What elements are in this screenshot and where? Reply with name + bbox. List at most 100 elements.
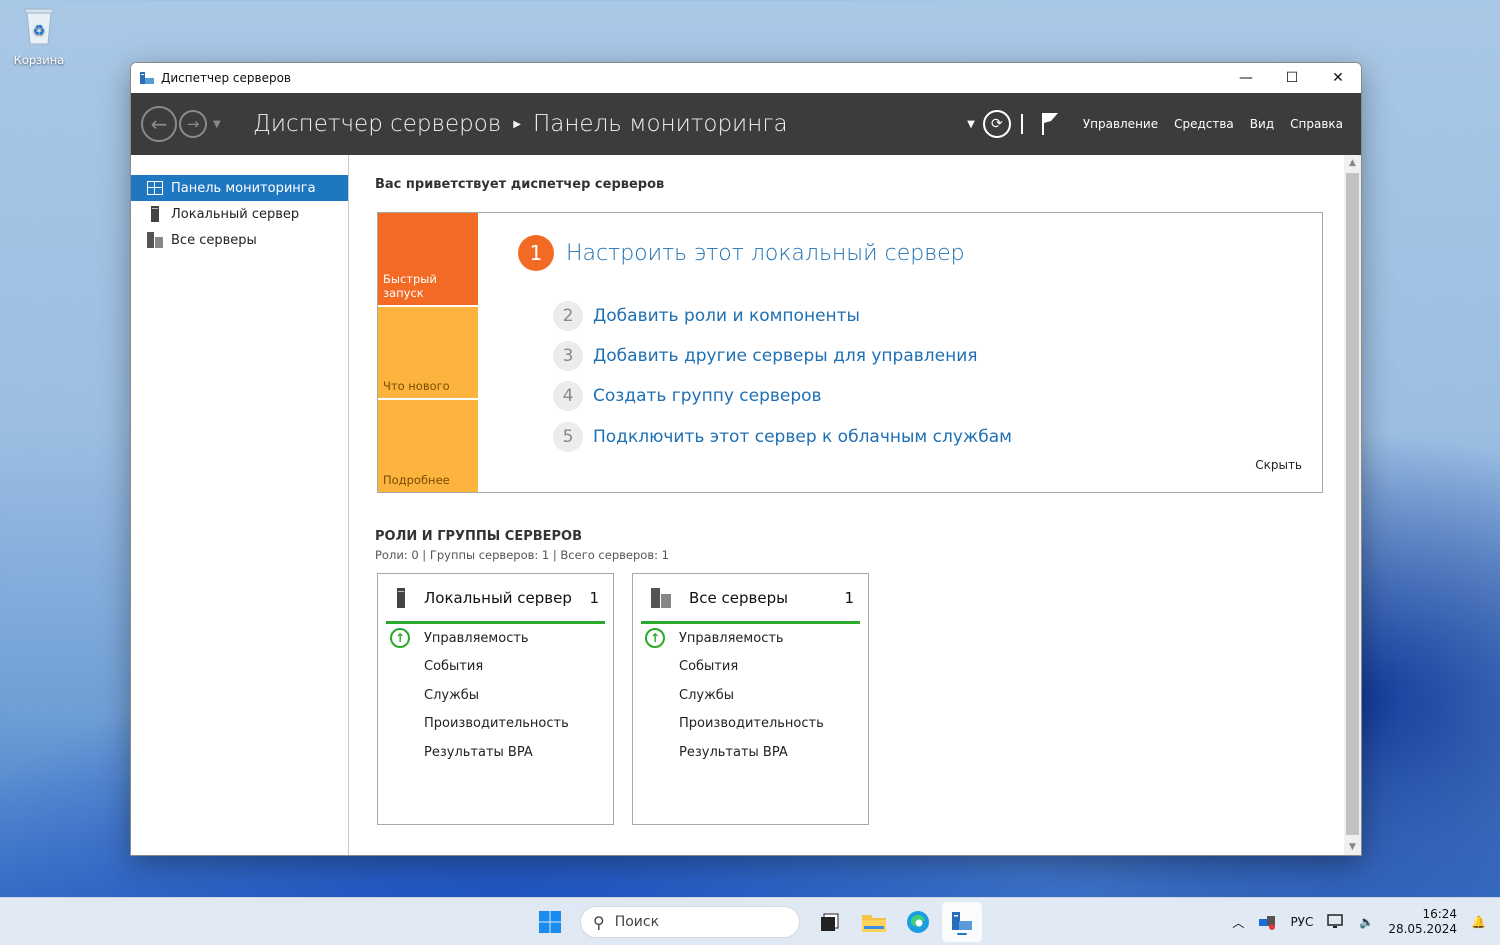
sidebar-item-label: Все серверы bbox=[171, 232, 257, 248]
tile-label: Подробнее bbox=[383, 473, 450, 487]
notifications-flag-icon[interactable] bbox=[1039, 111, 1061, 137]
quick-start-panel: Быстрый запуск Что нового Подробнее 1 На… bbox=[377, 212, 1323, 493]
welcome-heading: Вас приветствует диспетчер серверов bbox=[375, 177, 665, 192]
start-button[interactable] bbox=[530, 902, 570, 942]
menu-view[interactable]: Вид bbox=[1242, 117, 1282, 131]
edge-button[interactable] bbox=[898, 902, 938, 942]
step-add-servers[interactable]: 3 Добавить другие серверы для управления bbox=[553, 341, 977, 371]
card-row-bpa[interactable]: Результаты BPA bbox=[386, 738, 605, 767]
server-manager-taskbar-button[interactable] bbox=[942, 902, 982, 942]
card-row-label: Службы bbox=[424, 687, 480, 703]
minimize-icon: — bbox=[1239, 70, 1253, 86]
recycle-bin[interactable]: ♻ Корзина bbox=[10, 6, 68, 67]
monitor-network-icon[interactable] bbox=[1327, 914, 1345, 930]
show-hidden-icons-chevron-icon[interactable]: ︿ bbox=[1232, 914, 1244, 931]
step-label: Подключить этот сервер к облачным служба… bbox=[593, 427, 1012, 447]
language-indicator[interactable]: РУС bbox=[1290, 915, 1313, 929]
close-icon: ✕ bbox=[1332, 70, 1344, 86]
scroll-thumb[interactable] bbox=[1346, 173, 1359, 835]
minimize-button[interactable]: — bbox=[1223, 63, 1269, 93]
card-row-performance[interactable]: Производительность bbox=[386, 710, 605, 739]
status-ok-icon: ↑ bbox=[390, 628, 410, 649]
step-create-group[interactable]: 4 Создать группу серверов bbox=[553, 381, 822, 411]
card-header[interactable]: Локальный сервер 1 bbox=[386, 574, 605, 624]
step-number: 1 bbox=[518, 235, 554, 271]
status-ok-icon: ↑ bbox=[645, 628, 665, 649]
server-manager-window: Диспетчер серверов — ☐ ✕ ← → ▼ Диспетчер… bbox=[130, 62, 1362, 856]
notifications-bell-icon[interactable]: 🔔 bbox=[1471, 915, 1486, 929]
card-row-label: События bbox=[679, 659, 739, 675]
card-row-label: Управляемость bbox=[679, 630, 784, 646]
network-status-icon[interactable] bbox=[1258, 914, 1276, 930]
refresh-icon: ⟳ bbox=[990, 116, 1003, 132]
step-number: 2 bbox=[553, 301, 583, 331]
card-row-events[interactable]: События bbox=[641, 653, 860, 682]
forward-button[interactable]: → bbox=[179, 110, 207, 138]
dashboard-icon bbox=[147, 180, 163, 196]
step-configure-local-server[interactable]: 1 Настроить этот локальный сервер bbox=[518, 235, 965, 271]
scroll-up-icon[interactable]: ▲ bbox=[1344, 155, 1361, 171]
card-title: Локальный сервер bbox=[424, 588, 572, 607]
card-row-manageability[interactable]: ↑ Управляемость bbox=[641, 624, 860, 653]
taskbar: ⚲ Поиск ︿ РУС 🔈 16:24 28.05.2024 🔔 bbox=[0, 897, 1500, 945]
close-button[interactable]: ✕ bbox=[1315, 63, 1361, 93]
tile-quick-start[interactable]: Быстрый запуск bbox=[378, 213, 478, 305]
menu-manage[interactable]: Управление bbox=[1075, 117, 1166, 131]
sidebar-item-local-server[interactable]: Локальный сервер bbox=[131, 201, 348, 227]
card-row-performance[interactable]: Производительность bbox=[641, 710, 860, 739]
edge-browser-icon bbox=[907, 911, 929, 933]
step-label: Добавить другие серверы для управления bbox=[593, 346, 978, 366]
breadcrumb: Диспетчер серверов ▶ Панель мониторинга bbox=[253, 111, 967, 137]
maximize-icon: ☐ bbox=[1285, 70, 1299, 86]
step-label: Добавить роли и компоненты bbox=[593, 306, 860, 326]
title-bar[interactable]: Диспетчер серверов — ☐ ✕ bbox=[131, 63, 1361, 93]
breadcrumb-separator-icon: ▶ bbox=[513, 118, 521, 130]
refresh-dropdown-icon[interactable]: ▼ bbox=[967, 119, 975, 130]
servers-icon bbox=[147, 232, 163, 248]
hide-link[interactable]: Скрыть bbox=[1255, 458, 1302, 472]
history-dropdown-icon[interactable]: ▼ bbox=[213, 119, 221, 130]
server-manager-icon bbox=[952, 912, 972, 935]
clock[interactable]: 16:24 28.05.2024 bbox=[1388, 907, 1457, 937]
step-label: Создать группу серверов bbox=[593, 386, 822, 406]
taskbar-search[interactable]: ⚲ Поиск bbox=[580, 906, 800, 938]
scroll-down-icon[interactable]: ▼ bbox=[1344, 839, 1361, 855]
folder-icon bbox=[862, 915, 886, 932]
search-icon: ⚲ bbox=[593, 912, 605, 932]
breadcrumb-root[interactable]: Диспетчер серверов bbox=[253, 111, 501, 137]
tile-label: Быстрый запуск bbox=[383, 272, 437, 300]
server-icon bbox=[147, 206, 163, 222]
card-count: 1 bbox=[844, 588, 854, 607]
back-button[interactable]: ← bbox=[141, 106, 177, 142]
menu-help[interactable]: Справка bbox=[1282, 117, 1351, 131]
header-divider bbox=[1020, 114, 1023, 134]
tile-label: Что нового bbox=[383, 379, 450, 393]
app-header: ← → ▼ Диспетчер серверов ▶ Панель монито… bbox=[131, 93, 1361, 155]
arrow-left-icon: ← bbox=[150, 112, 168, 136]
step-label: Настроить этот локальный сервер bbox=[566, 240, 965, 266]
step-number: 5 bbox=[553, 422, 583, 452]
volume-icon[interactable]: 🔈 bbox=[1359, 915, 1374, 929]
maximize-button[interactable]: ☐ bbox=[1269, 63, 1315, 93]
vertical-scrollbar[interactable]: ▲ ▼ bbox=[1344, 155, 1361, 855]
task-view-button[interactable] bbox=[810, 902, 850, 942]
card-title: Все серверы bbox=[689, 588, 788, 607]
menu-tools[interactable]: Средства bbox=[1166, 117, 1242, 131]
tile-learn-more[interactable]: Подробнее bbox=[378, 400, 478, 492]
sidebar-item-dashboard[interactable]: Панель мониторинга bbox=[131, 175, 348, 201]
refresh-button[interactable]: ⟳ bbox=[982, 110, 1011, 138]
step-add-roles[interactable]: 2 Добавить роли и компоненты bbox=[553, 301, 860, 331]
sidebar-item-all-servers[interactable]: Все серверы bbox=[131, 227, 348, 253]
card-row-services[interactable]: Службы bbox=[386, 681, 605, 710]
card-header[interactable]: Все серверы 1 bbox=[641, 574, 860, 624]
step-number: 3 bbox=[553, 341, 583, 371]
step-connect-cloud[interactable]: 5 Подключить этот сервер к облачным служ… bbox=[553, 422, 1012, 452]
recycle-bin-label: Корзина bbox=[13, 53, 65, 67]
card-row-events[interactable]: События bbox=[386, 653, 605, 682]
card-row-manageability[interactable]: ↑ Управляемость bbox=[386, 624, 605, 653]
card-row-services[interactable]: Службы bbox=[641, 681, 860, 710]
file-explorer-button[interactable] bbox=[854, 902, 894, 942]
tile-whats-new[interactable]: Что нового bbox=[378, 307, 478, 398]
card-row-bpa[interactable]: Результаты BPA bbox=[641, 738, 860, 767]
recycle-bin-icon: ♻ bbox=[24, 8, 54, 45]
